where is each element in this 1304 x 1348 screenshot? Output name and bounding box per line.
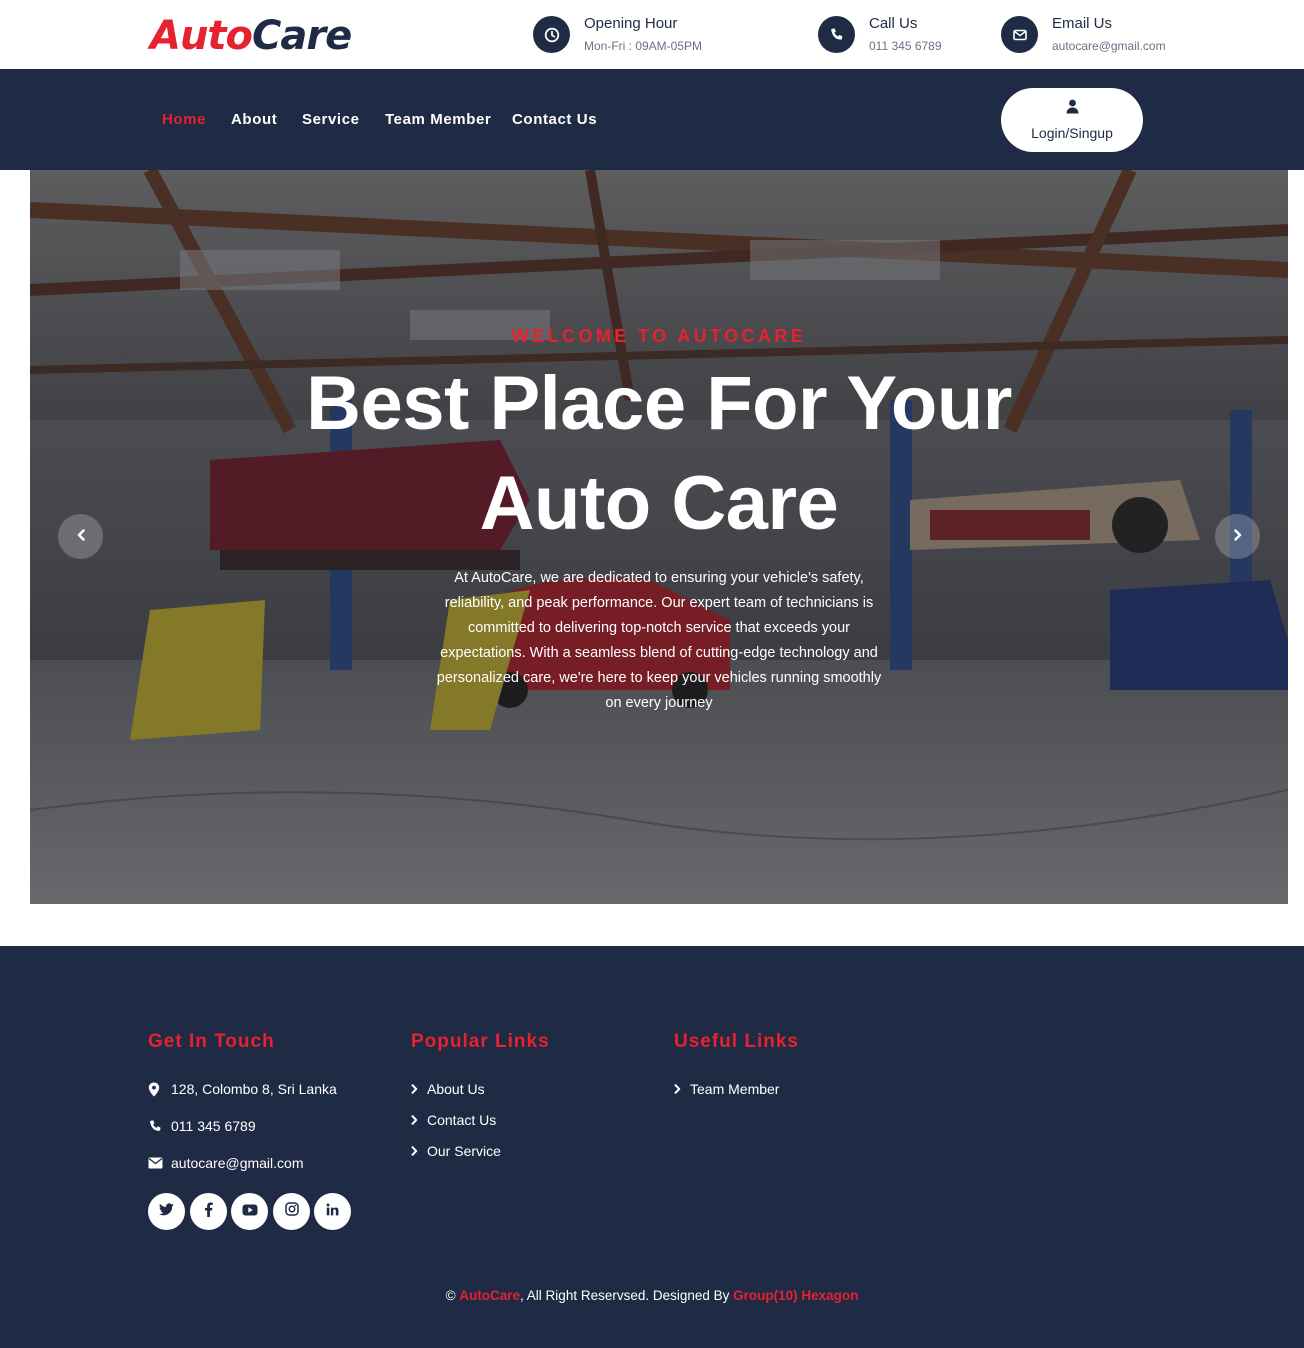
hero-welcome-text: WELCOME TO AUTOCARE bbox=[511, 326, 807, 346]
footer-link-team-member[interactable]: Team Member bbox=[674, 1081, 779, 1097]
footer-link-contact-us[interactable]: Contact Us bbox=[411, 1112, 496, 1128]
envelope-icon bbox=[1001, 16, 1038, 53]
email-us-value[interactable]: autocare@gmail.com bbox=[1052, 39, 1166, 54]
copyright-middle: , All Right Reservsed. Designed By bbox=[520, 1288, 734, 1303]
call-us-info: Call Us 011 345 6789 bbox=[818, 15, 942, 55]
login-signup-button[interactable]: Login/Singup bbox=[1001, 88, 1143, 152]
linkedin-icon bbox=[326, 1203, 339, 1221]
hero-description: At AutoCare, we are dedicated to ensurin… bbox=[436, 570, 882, 711]
hero-slider: WELCOME TO AUTOCARE Best Place For Your … bbox=[30, 170, 1288, 904]
nav-service[interactable]: Service bbox=[302, 112, 360, 128]
call-us-title: Call Us bbox=[869, 15, 918, 32]
opening-hour-info: Opening Hour Mon-Fri : 09AM-05PM bbox=[533, 15, 702, 55]
top-bar: AutoCare Opening Hour Mon-Fri : 09AM-05P… bbox=[0, 0, 1304, 69]
footer-link-label: About Us bbox=[427, 1081, 485, 1097]
clock-icon bbox=[533, 16, 570, 53]
copyright-text: © AutoCare, All Right Reservsed. Designe… bbox=[0, 1288, 1304, 1303]
opening-hour-title: Opening Hour bbox=[584, 15, 678, 32]
nav-team-member[interactable]: Team Member bbox=[385, 112, 491, 128]
brand-logo-part1: Auto bbox=[150, 13, 253, 59]
user-icon bbox=[1066, 99, 1079, 119]
nav-about[interactable]: About bbox=[231, 112, 277, 128]
opening-hour-value: Mon-Fri : 09AM-05PM bbox=[584, 39, 703, 53]
slider-next-button[interactable] bbox=[1215, 514, 1260, 559]
twitter-icon bbox=[159, 1202, 174, 1221]
copyright-brand-link[interactable]: AutoCare bbox=[459, 1288, 520, 1303]
main-navigation: Home About Service Team Member Contact U… bbox=[0, 69, 1304, 170]
youtube-icon bbox=[242, 1203, 258, 1221]
footer-link-label: Our Service bbox=[427, 1143, 501, 1159]
footer-email: autocare@gmail.com bbox=[148, 1155, 304, 1171]
email-us-title: Email Us bbox=[1052, 15, 1113, 32]
footer-link-label: Team Member bbox=[690, 1081, 780, 1097]
facebook-icon bbox=[204, 1201, 213, 1222]
footer-phone-text[interactable]: 011 345 6789 bbox=[171, 1118, 256, 1134]
chevron-right-icon bbox=[1233, 528, 1243, 546]
footer-link-about-us[interactable]: About Us bbox=[411, 1081, 485, 1097]
footer-phone: 011 345 6789 bbox=[148, 1118, 256, 1134]
instagram-icon bbox=[284, 1202, 299, 1221]
nav-home[interactable]: Home bbox=[162, 112, 206, 128]
brand-logo[interactable]: AutoCare bbox=[150, 12, 352, 60]
useful-links-heading: Useful Links bbox=[674, 1031, 799, 1052]
login-signup-label: Login/Singup bbox=[1031, 125, 1113, 141]
facebook-button[interactable] bbox=[190, 1193, 227, 1230]
chevron-right-icon bbox=[411, 1084, 418, 1094]
footer: Get In Touch 128, Colombo 8, Sri Lanka 0… bbox=[0, 946, 1304, 1348]
chevron-right-icon bbox=[411, 1115, 418, 1125]
nav-contact-us[interactable]: Contact Us bbox=[512, 112, 597, 128]
popular-links-heading: Popular Links bbox=[411, 1031, 550, 1052]
chevron-right-icon bbox=[674, 1084, 681, 1094]
hero-title-line2: Auto Care bbox=[479, 461, 839, 546]
instagram-button[interactable] bbox=[273, 1193, 310, 1230]
footer-link-label: Contact Us bbox=[427, 1112, 497, 1128]
hero-title: Best Place For Your Auto Care bbox=[30, 354, 1288, 554]
copyright-designer-link[interactable]: Group(10) Hexagon bbox=[733, 1288, 858, 1303]
copyright-symbol: © bbox=[445, 1288, 456, 1303]
footer-address: 128, Colombo 8, Sri Lanka bbox=[148, 1081, 337, 1097]
footer-link-our-service[interactable]: Our Service bbox=[411, 1143, 501, 1159]
chevron-left-icon bbox=[76, 528, 86, 546]
get-in-touch-heading: Get In Touch bbox=[148, 1031, 275, 1052]
footer-email-text[interactable]: autocare@gmail.com bbox=[171, 1155, 304, 1171]
linkedin-button[interactable] bbox=[314, 1193, 351, 1230]
brand-logo-part2: Care bbox=[252, 13, 352, 59]
slider-prev-button[interactable] bbox=[58, 514, 103, 559]
phone-icon bbox=[818, 16, 855, 53]
call-us-value[interactable]: 011 345 6789 bbox=[869, 39, 942, 54]
chevron-right-icon bbox=[411, 1146, 418, 1156]
youtube-button[interactable] bbox=[231, 1193, 268, 1230]
email-us-info: Email Us autocare@gmail.com bbox=[1001, 15, 1166, 55]
envelope-icon bbox=[148, 1157, 164, 1169]
twitter-button[interactable] bbox=[148, 1193, 185, 1230]
hero-title-line1: Best Place For Your bbox=[306, 361, 1012, 446]
phone-icon bbox=[148, 1119, 164, 1134]
footer-address-text: 128, Colombo 8, Sri Lanka bbox=[171, 1081, 337, 1097]
map-pin-icon bbox=[148, 1082, 164, 1097]
